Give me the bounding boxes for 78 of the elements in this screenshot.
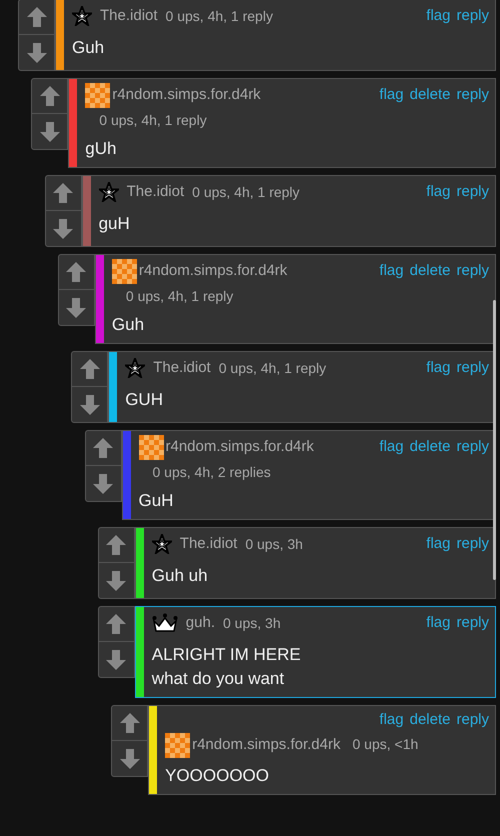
- up-arrow-icon: [92, 437, 114, 459]
- down-arrow-icon: [52, 218, 74, 240]
- down-arrow-icon: [65, 296, 88, 318]
- up-arrow-icon: [52, 182, 74, 204]
- action-link[interactable]: flag: [426, 612, 450, 634]
- action-link[interactable]: reply: [456, 436, 489, 458]
- down-arrow-icon: [105, 570, 128, 592]
- action-link[interactable]: flag: [426, 356, 450, 380]
- comment-meta: 0 ups, 4h, 1 reply: [218, 358, 326, 378]
- comment-meta: 0 ups, <1h: [352, 736, 418, 752]
- up-arrow-icon: [38, 85, 61, 107]
- star-icon: [72, 6, 92, 26]
- scrollbar[interactable]: [493, 300, 496, 580]
- action-link[interactable]: reply: [456, 4, 489, 28]
- comment-meta: 0 ups, 4h, 1 reply: [99, 110, 207, 130]
- username[interactable]: r4ndom.simps.for.d4rk: [112, 84, 261, 106]
- comment-text: gUh: [85, 138, 118, 160]
- up-arrow-icon: [118, 712, 141, 734]
- action-link[interactable]: delete: [410, 260, 450, 282]
- comment-text: ALRIGHT IM HERE: [152, 644, 302, 666]
- down-arrow-icon: [105, 648, 128, 670]
- action-link[interactable]: reply: [456, 180, 489, 204]
- action-link[interactable]: flag: [426, 532, 450, 556]
- comment-meta: 0 ups, 4h, 1 reply: [192, 182, 300, 202]
- action-link[interactable]: reply: [456, 260, 489, 282]
- down-arrow-icon: [38, 120, 61, 142]
- username[interactable]: The.idiot: [100, 4, 158, 28]
- up-arrow-icon: [105, 534, 128, 556]
- comment-text: Guh: [72, 37, 106, 59]
- checkerboard-icon: [138, 434, 164, 460]
- comment-meta: 0 ups, 3h: [223, 614, 281, 633]
- up-arrow-icon: [65, 261, 88, 283]
- star-icon: [98, 182, 119, 202]
- comment-meta: 0 ups, 4h, 1 reply: [126, 286, 234, 306]
- action-link[interactable]: flag: [379, 708, 404, 732]
- comment-text: what do you want: [152, 668, 286, 690]
- checkerboard-icon: [112, 258, 137, 284]
- down-arrow-icon: [92, 472, 114, 494]
- action-link[interactable]: reply: [456, 532, 489, 556]
- username[interactable]: The.idiot: [153, 356, 211, 380]
- comment-meta: 0 ups, 3h: [245, 534, 303, 554]
- up-arrow-icon: [105, 613, 128, 635]
- comment-text: Guh uh: [152, 565, 209, 587]
- action-link[interactable]: flag: [379, 436, 404, 458]
- action-link[interactable]: delete: [410, 436, 450, 458]
- crown-icon: [152, 613, 178, 633]
- action-link[interactable]: flag: [426, 180, 450, 204]
- down-arrow-icon: [118, 748, 141, 770]
- star-icon: [125, 358, 146, 378]
- checkerboard-icon: [165, 732, 190, 758]
- comment-meta: 0 ups, 4h, 1 reply: [166, 6, 273, 26]
- action-link[interactable]: flag: [379, 260, 404, 282]
- comment-meta: 0 ups, 4h, 2 replies: [152, 462, 271, 482]
- username[interactable]: r4ndom.simps.for.d4rk: [192, 734, 340, 756]
- action-link[interactable]: flag: [379, 84, 404, 106]
- up-arrow-icon: [26, 6, 48, 28]
- action-link[interactable]: delete: [410, 708, 450, 732]
- comment-text: Guh: [112, 314, 146, 336]
- comment-text: GUH: [125, 389, 164, 411]
- comment-text: GuH: [138, 490, 174, 512]
- action-link[interactable]: reply: [456, 84, 489, 106]
- action-link[interactable]: delete: [410, 84, 450, 106]
- down-arrow-icon: [26, 42, 48, 64]
- username[interactable]: The.idiot: [126, 180, 184, 204]
- action-link[interactable]: reply: [456, 612, 489, 634]
- up-arrow-icon: [78, 358, 101, 380]
- username[interactable]: r4ndom.simps.for.d4rk: [166, 436, 314, 458]
- checkerboard-icon: [85, 82, 110, 108]
- username[interactable]: r4ndom.simps.for.d4rk: [138, 260, 288, 282]
- action-link[interactable]: reply: [456, 356, 489, 380]
- username[interactable]: guh.: [186, 612, 215, 634]
- action-link[interactable]: flag: [426, 4, 450, 28]
- comment-text: YOOOOOOO: [165, 765, 270, 787]
- username[interactable]: The.idiot: [180, 532, 238, 556]
- comment-text: guH: [98, 213, 131, 235]
- star-icon: [152, 534, 172, 554]
- down-arrow-icon: [78, 394, 101, 416]
- action-link[interactable]: reply: [456, 708, 489, 732]
